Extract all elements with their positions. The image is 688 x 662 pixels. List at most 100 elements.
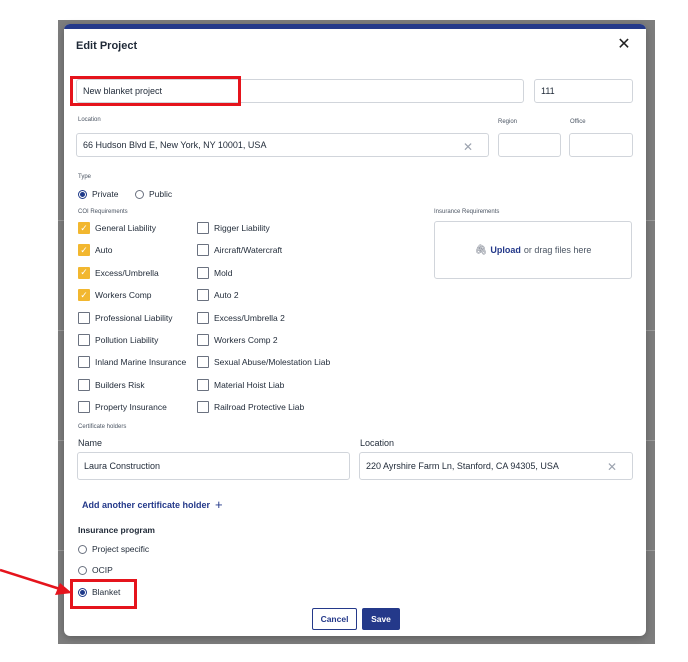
coi-checkbox[interactable]: Mold <box>197 266 233 279</box>
radio-indicator <box>78 544 87 554</box>
insurance-requirements-label: Insurance Requirements <box>434 209 500 215</box>
edit-project-modal: Edit Project ✕ New blanket project 111 L… <box>64 24 646 636</box>
coi-checkbox[interactable]: ✓ Excess/Umbrella <box>78 266 159 279</box>
coi-checkbox[interactable]: Sexual Abuse/Molestation Liab <box>197 356 331 369</box>
project-number-input[interactable]: 111 <box>534 79 633 103</box>
clear-holder-location-icon[interactable]: ✕ <box>607 461 617 473</box>
checkbox-label: Sexual Abuse/Molestation Liab <box>214 357 331 368</box>
checkbox-indicator <box>197 356 209 369</box>
program-radio-ocip[interactable]: OCIP <box>78 565 113 575</box>
region-label: Region <box>498 119 518 125</box>
coi-checkbox[interactable]: ✓ Workers Comp <box>78 289 152 302</box>
coi-checkbox[interactable]: Railroad Protective Liab <box>197 401 305 414</box>
radio-label: Project specific <box>92 544 150 554</box>
checkbox-indicator <box>197 222 209 234</box>
save-button[interactable]: Save <box>362 608 400 630</box>
radio-indicator <box>78 565 87 575</box>
radio-label: Public <box>149 189 173 199</box>
modal-accent-bar <box>64 24 646 29</box>
checkbox-indicator <box>197 266 209 279</box>
checkbox-label: Mold <box>214 267 233 278</box>
upload-link[interactable]: Upload <box>490 245 521 255</box>
coi-checkbox[interactable]: Workers Comp 2 <box>197 334 278 346</box>
holder-location-input[interactable]: 220 Ayrshire Farm Ln, Stanford, CA 94305… <box>359 452 633 480</box>
office-label: Office <box>570 119 586 125</box>
region-input[interactable] <box>498 133 561 157</box>
type-radio-private[interactable]: Private <box>78 189 118 199</box>
checkbox-label: Builders Risk <box>95 379 145 390</box>
radio-indicator <box>78 587 87 597</box>
location-label: Location <box>78 117 101 123</box>
checkbox-label: Excess/Umbrella 2 <box>214 312 285 323</box>
holder-name-label: Name <box>78 438 103 448</box>
checkbox-label: Excess/Umbrella <box>95 267 159 278</box>
drop-text: or drag files here <box>523 245 592 255</box>
checkbox-indicator <box>78 378 90 391</box>
coi-checkbox[interactable]: Professional Liability <box>78 311 173 324</box>
close-icon[interactable]: ✕ <box>616 36 632 53</box>
checkbox-label: Auto <box>95 245 113 256</box>
checkbox-label: Workers Comp 2 <box>214 335 278 345</box>
coi-checkbox[interactable]: Inland Marine Insurance <box>78 356 187 369</box>
checkbox-indicator <box>78 311 90 324</box>
checkbox-label: Professional Liability <box>95 312 173 323</box>
radio-label: Private <box>92 189 119 199</box>
modal-title: Edit Project <box>76 40 138 52</box>
radio-label: OCIP <box>92 565 113 575</box>
coi-checkbox[interactable]: Auto 2 <box>197 289 239 302</box>
certificate-holders-label: Certificate holders <box>78 424 127 430</box>
checkbox-label: Inland Marine Insurance <box>95 357 187 368</box>
checkbox-label: Railroad Protective Liab <box>214 402 305 413</box>
clear-location-icon[interactable]: ✕ <box>463 141 473 153</box>
checkbox-label: General Liability <box>95 223 156 233</box>
project-name-input[interactable]: New blanket project <box>76 79 524 103</box>
checkbox-label: Material Hoist Liab <box>214 379 285 390</box>
checkbox-label: Rigger Liability <box>214 223 270 233</box>
holder-location-label: Location <box>360 438 395 448</box>
file-dropzone[interactable]: 🖇 Upload or drag files here <box>434 221 632 279</box>
coi-checkbox[interactable]: Builders Risk <box>78 378 145 391</box>
checkbox-label: Property Insurance <box>95 402 167 413</box>
coi-requirements-label: COI Requirements <box>78 209 128 215</box>
checkmark-icon: ✓ <box>78 289 90 302</box>
checkbox-indicator <box>197 244 209 257</box>
cancel-button[interactable]: Cancel <box>312 608 357 630</box>
coi-checkbox[interactable]: ✓ General Liability <box>78 222 156 234</box>
checkbox-label: Pollution Liability <box>95 335 159 345</box>
type-radio-public[interactable]: Public <box>135 189 172 199</box>
radio-indicator <box>135 189 144 199</box>
add-certificate-holder-button[interactable]: Add another certificate holder + <box>82 497 223 512</box>
coi-checkbox[interactable]: Property Insurance <box>78 401 167 414</box>
checkbox-indicator <box>78 334 90 346</box>
checkbox-indicator <box>197 378 209 391</box>
checkbox-indicator <box>197 289 209 302</box>
checkmark-icon: ✓ <box>78 244 90 257</box>
program-radio-blanket[interactable]: Blanket <box>78 587 120 597</box>
coi-checkbox[interactable]: Pollution Liability <box>78 334 158 346</box>
checkbox-indicator <box>197 311 209 324</box>
holder-name-input[interactable]: Laura Construction <box>77 452 350 480</box>
coi-checkbox[interactable]: Material Hoist Liab <box>197 378 285 391</box>
radio-label: Blanket <box>92 587 121 597</box>
checkbox-indicator <box>78 401 90 414</box>
paperclip-icon: 🖇 <box>474 244 488 256</box>
coi-checkbox[interactable]: ✓ Auto <box>78 244 113 257</box>
coi-checkbox[interactable]: Excess/Umbrella 2 <box>197 311 285 324</box>
type-label: Type <box>78 174 92 180</box>
checkbox-indicator <box>197 334 209 346</box>
checkbox-label: Workers Comp <box>95 290 152 301</box>
checkmark-icon: ✓ <box>78 266 90 279</box>
checkbox-label: Aircraft/Watercraft <box>214 245 283 256</box>
plus-icon: + <box>215 497 223 512</box>
add-holder-label: Add another certificate holder <box>82 500 211 510</box>
program-radio-project-specific[interactable]: Project specific <box>78 544 149 554</box>
office-input[interactable] <box>569 133 633 157</box>
checkbox-label: Auto 2 <box>214 290 239 301</box>
coi-checkbox[interactable]: Aircraft/Watercraft <box>197 244 283 257</box>
insurance-program-label: Insurance program <box>78 525 155 535</box>
radio-indicator <box>78 189 87 199</box>
checkbox-indicator <box>78 356 90 369</box>
coi-checkbox[interactable]: Rigger Liability <box>197 222 270 234</box>
location-input[interactable]: 66 Hudson Blvd E, New York, NY 10001, US… <box>76 133 489 157</box>
checkbox-indicator <box>197 401 209 414</box>
